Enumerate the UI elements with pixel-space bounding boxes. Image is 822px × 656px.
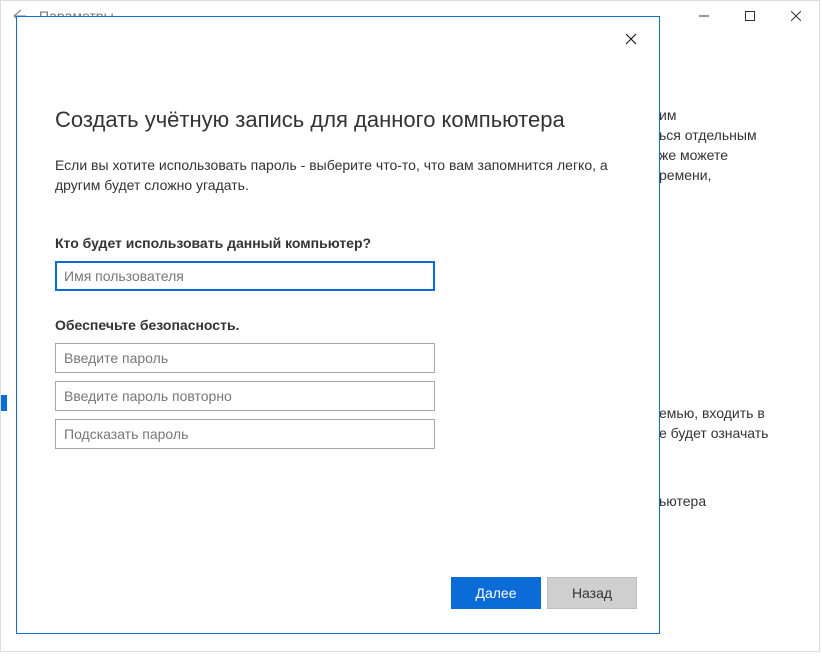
bg-fragment: же можете [659,145,799,165]
bg-fragment: ремени, [659,165,799,185]
section-user-label: Кто будет использовать данный компьютер? [55,235,621,251]
bg-fragment: е будет означать [659,423,799,443]
password-hint-input[interactable] [55,419,435,449]
bg-fragment: емью, входить в [659,403,799,423]
window-controls [681,1,819,31]
background-text-fragments: им ься отдельным же можете ремени, емью,… [659,105,799,511]
password-confirm-input[interactable] [55,381,435,411]
bg-fragment: ьютера [659,491,799,511]
sidebar-selection-indicator [1,395,7,411]
dialog-intro: Если вы хотите использовать пароль - выб… [55,155,621,195]
create-account-dialog: Создать учётную запись для данного компь… [16,16,660,634]
dialog-heading: Создать учётную запись для данного компь… [55,107,621,133]
bg-fragment: ься отдельным [659,125,799,145]
username-input[interactable] [55,261,435,291]
back-button[interactable]: Назад [547,577,637,609]
minimize-button[interactable] [681,1,727,31]
password-input[interactable] [55,343,435,373]
section-security-label: Обеспечьте безопасность. [55,317,621,333]
next-button[interactable]: Далее [451,577,541,609]
close-window-button[interactable] [773,1,819,31]
bg-fragment: им [659,105,799,125]
maximize-button[interactable] [727,1,773,31]
close-dialog-button[interactable] [619,29,643,49]
